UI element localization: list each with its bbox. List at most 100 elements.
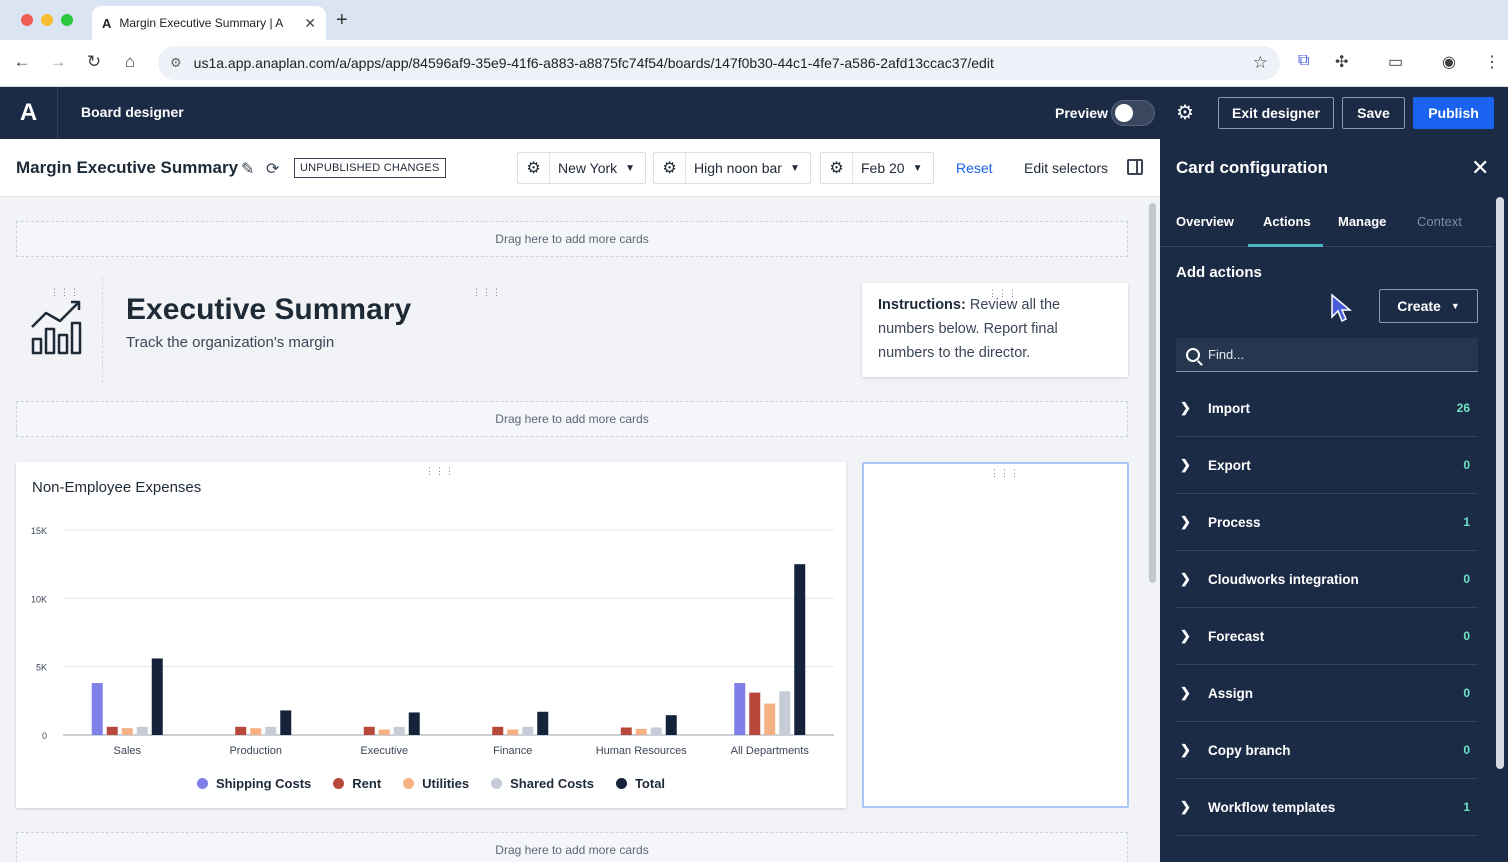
drop-zone[interactable]: Drag here to add more cards [16, 401, 1128, 437]
bar [136, 726, 148, 735]
board-title: Margin Executive Summary [16, 158, 239, 177]
bar [794, 564, 806, 735]
legend-item[interactable]: Rent [333, 776, 381, 791]
site-settings-icon[interactable]: ⚙ [170, 55, 182, 71]
reload-icon[interactable]: ↻ [83, 52, 105, 72]
action-row[interactable]: ❯ Workflow templates 1 [1176, 779, 1478, 836]
refresh-icon[interactable]: ⟳ [266, 159, 279, 179]
legend-label: Rent [352, 776, 382, 791]
minimize-window-button[interactable] [41, 14, 53, 26]
publish-button[interactable]: Publish [1413, 97, 1494, 129]
edit-selectors-link[interactable]: Edit selectors [1024, 160, 1108, 176]
tab-context[interactable]: Context [1417, 214, 1462, 229]
action-row[interactable]: ❯ Export 0 [1176, 437, 1478, 494]
empty-card-selected[interactable]: ⋮⋮⋮ [862, 462, 1129, 808]
executive-summary-card[interactable]: ⋮⋮⋮ Executive Summary Track the organiza… [10, 277, 852, 383]
panel-title: Card configuration [1176, 158, 1329, 177]
bar [492, 726, 504, 735]
create-label: Create [1397, 298, 1441, 314]
browser-tab[interactable]: A Margin Executive Summary | A ✕ [92, 6, 326, 40]
panel-toggle-icon[interactable] [1127, 159, 1143, 175]
legend-item[interactable]: Shared Costs [491, 776, 594, 791]
exit-designer-button[interactable]: Exit designer [1218, 97, 1334, 129]
mouse-cursor-icon [1331, 293, 1352, 323]
legend-item[interactable]: Total [615, 776, 665, 791]
tab-manage[interactable]: Manage [1338, 214, 1386, 229]
chevron-right-icon[interactable]: ❯ [1176, 742, 1208, 758]
canvas-scrollbar[interactable] [1145, 197, 1160, 862]
find-input[interactable]: Find... [1176, 338, 1478, 372]
forward-icon[interactable]: → [47, 52, 69, 72]
chevron-right-icon[interactable]: ❯ [1176, 400, 1208, 416]
action-row[interactable]: ❯ Forecast 0 [1176, 608, 1478, 665]
extension-icon[interactable]: ⧉ [1298, 52, 1309, 70]
action-row[interactable]: ❯ Import 26 [1176, 380, 1478, 437]
panel-scrollbar[interactable] [1496, 197, 1504, 769]
extensions-puzzle-icon[interactable]: ✣ [1335, 52, 1348, 72]
back-icon[interactable]: ← [11, 52, 33, 72]
home-icon[interactable]: ⌂ [119, 52, 141, 72]
chevron-down-icon: ▼ [789, 162, 800, 174]
chevron-right-icon[interactable]: ❯ [1176, 685, 1208, 701]
browser-toolbar: ← → ↻ ⌂ ⚙ us1a.app.anaplan.com/a/apps/ap… [0, 40, 1508, 87]
selector-gear-icon[interactable]: ⚙ [654, 153, 686, 183]
tab-overview[interactable]: Overview [1176, 214, 1234, 229]
action-label: Assign [1208, 685, 1254, 701]
reset-link[interactable]: Reset [956, 160, 993, 176]
bar-chart: 0 5K 10K 15K Sales Production Executive Finance… [31, 526, 834, 757]
selector-gear-icon[interactable]: ⚙ [821, 153, 853, 183]
drop-zone[interactable]: Drag here to add more cards [16, 832, 1128, 862]
browser-menu-icon[interactable]: ⋮ [1484, 52, 1500, 72]
anaplan-logo-icon[interactable]: A [0, 87, 58, 139]
new-tab-icon[interactable]: + [336, 9, 348, 32]
legend-item[interactable]: Shipping Costs [196, 776, 312, 791]
bookmark-star-icon[interactable]: ☆ [1253, 53, 1268, 73]
scrollbar-thumb[interactable] [1149, 203, 1156, 583]
action-row[interactable]: ❯ Assign 0 [1176, 665, 1478, 722]
chevron-right-icon[interactable]: ❯ [1176, 799, 1208, 815]
url-text[interactable]: us1a.app.anaplan.com/a/apps/app/84596af9… [194, 55, 1253, 71]
edit-pencil-icon[interactable]: ✎ [241, 159, 254, 179]
settings-gear-icon[interactable]: ⚙ [1176, 100, 1194, 125]
x-tick-label: Finance [493, 745, 532, 757]
create-button[interactable]: Create ▼ [1379, 289, 1478, 323]
address-bar[interactable]: ⚙ us1a.app.anaplan.com/a/apps/app/84596a… [158, 46, 1280, 80]
drag-handle-icon[interactable]: ⋮⋮⋮ [472, 287, 502, 298]
chevron-right-icon[interactable]: ❯ [1176, 628, 1208, 644]
selector-time[interactable]: ⚙ Feb 20 ▼ [820, 152, 934, 184]
drag-handle-icon[interactable]: ⋮⋮⋮ [990, 468, 1020, 479]
selector-product[interactable]: ⚙ High noon bar ▼ [653, 152, 811, 184]
action-row[interactable]: ❯ Cloudworks integration 0 [1176, 551, 1478, 608]
drag-handle-icon[interactable]: ⋮⋮⋮ [425, 466, 455, 477]
chevron-right-icon[interactable]: ❯ [1176, 514, 1208, 530]
chevron-right-icon[interactable]: ❯ [1176, 571, 1208, 587]
expenses-chart-card[interactable]: ⋮⋮⋮ Non-Employee Expenses 0 5K 10K 15K Sales… [16, 462, 846, 808]
chevron-right-icon[interactable]: ❯ [1176, 457, 1208, 473]
action-count: 0 [1463, 458, 1470, 472]
legend-label: Shipping Costs [215, 776, 312, 791]
selector-gear-icon[interactable]: ⚙ [518, 153, 550, 183]
selector-location[interactable]: ⚙ New York ▼ [517, 152, 647, 184]
profile-icon[interactable]: ◉ [1442, 52, 1456, 72]
instructions-card[interactable]: ⋮⋮⋮ Instructions: Review all the numbers… [862, 283, 1128, 377]
selector-value: New York [558, 160, 618, 176]
bar [734, 683, 746, 735]
action-label: Cloudworks integration [1208, 571, 1359, 587]
drop-zone[interactable]: Drag here to add more cards [16, 221, 1128, 257]
action-row[interactable]: ❯ Copy branch 0 [1176, 722, 1478, 779]
bar [665, 715, 677, 735]
maximize-window-button[interactable] [61, 14, 73, 26]
close-window-button[interactable] [21, 14, 33, 26]
tab-actions[interactable]: Actions [1263, 214, 1311, 229]
preview-toggle[interactable] [1111, 100, 1155, 126]
close-tab-icon[interactable]: ✕ [304, 15, 316, 32]
legend-item[interactable]: Utilities [403, 776, 469, 791]
card-divider [102, 277, 103, 383]
action-count: 0 [1463, 572, 1470, 586]
cast-icon[interactable]: ▭ [1388, 52, 1403, 72]
bar [779, 691, 791, 735]
drag-handle-icon[interactable]: ⋮⋮⋮ [988, 281, 1018, 305]
action-row[interactable]: ❯ Process 1 [1176, 494, 1478, 551]
save-button[interactable]: Save [1342, 97, 1405, 129]
close-icon[interactable]: ✕ [1471, 155, 1489, 181]
